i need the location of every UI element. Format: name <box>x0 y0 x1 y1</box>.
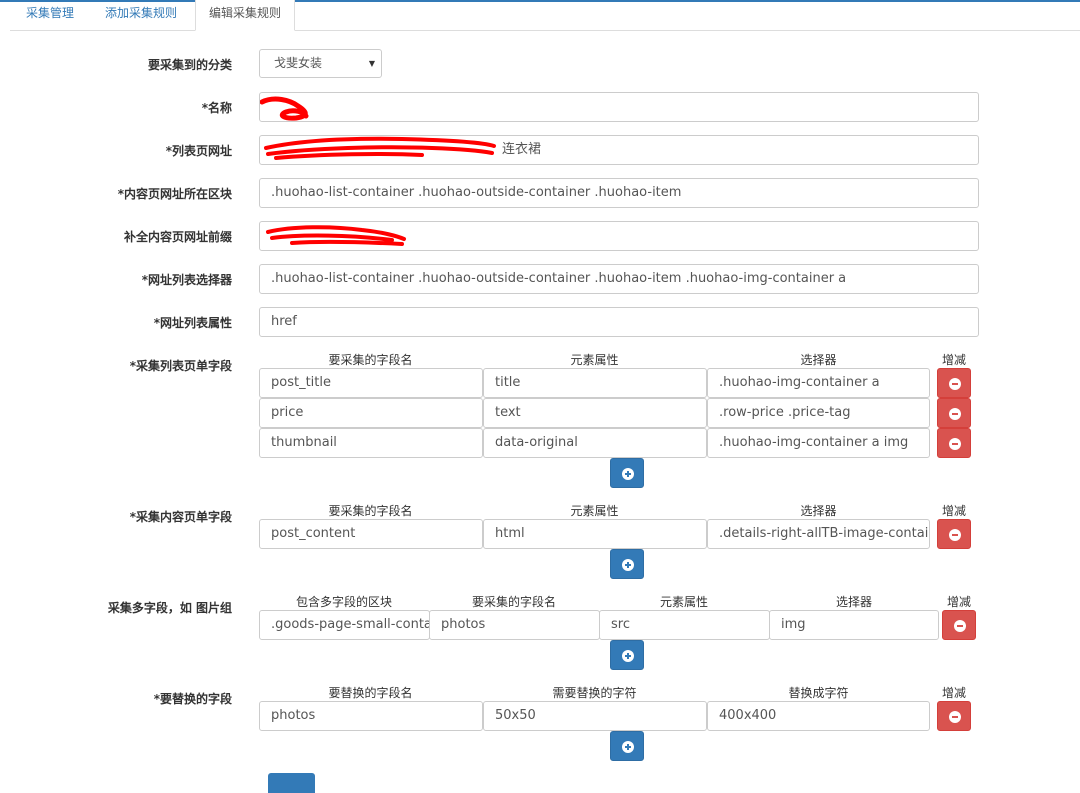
minus-circle-icon <box>949 529 961 541</box>
list-url-label: *列表页网址 <box>165 144 232 158</box>
list-fields-header-selector: 选择器 <box>800 353 837 367</box>
content-fields-header-name: 要采集的字段名 <box>328 504 413 518</box>
multi-fields-header-ops: 增减 <box>946 595 971 609</box>
category-select[interactable]: 戈斐女装 ▼ <box>259 49 382 78</box>
tab-add-rule[interactable]: 添加采集规则 <box>92 0 190 30</box>
add-list-field-button[interactable] <box>610 458 644 488</box>
remove-row-button[interactable] <box>937 519 971 549</box>
redaction-scribble <box>260 96 309 121</box>
multi-fields-label: 采集多字段，如 图片组 <box>107 601 232 615</box>
list-field-attr-input[interactable]: text <box>483 398 707 428</box>
plus-circle-icon <box>622 650 634 662</box>
replace-fields-header-ops: 增减 <box>941 686 966 700</box>
replace-fields-label: *要替换的字段 <box>153 692 232 706</box>
content-fields-header-selector: 选择器 <box>800 504 837 518</box>
tab-collect-manage[interactable]: 采集管理 <box>13 0 87 30</box>
name-label: *名称 <box>201 101 232 115</box>
content-field-selector-input[interactable]: .details-right-allTB-image-container <box>707 519 930 549</box>
url-prefix-label: 补全内容页网址前缀 <box>123 230 232 244</box>
multi-fields-header-name: 要采集的字段名 <box>471 595 556 609</box>
url-list-selector-input[interactable]: .huohao-list-container .huohao-outside-c… <box>259 264 979 294</box>
replace-fields-header-from: 需要替换的字符 <box>552 686 637 700</box>
remove-row-button[interactable] <box>937 398 971 428</box>
list-url-value: 连衣裙 <box>502 142 542 157</box>
list-field-attr-input[interactable]: title <box>483 368 707 398</box>
plus-circle-icon <box>622 741 634 753</box>
multi-field-attr-input[interactable]: src <box>599 610 770 640</box>
list-fields-header-ops: 增减 <box>941 353 966 367</box>
list-field-selector-input[interactable]: .huohao-img-container a <box>707 368 930 398</box>
remove-row-button[interactable] <box>937 701 971 731</box>
url-list-selector-label: *网址列表选择器 <box>141 273 232 287</box>
add-replace-field-button[interactable] <box>610 731 644 761</box>
replace-field-to-input[interactable]: 400x400 <box>707 701 930 731</box>
list-fields-header-name: 要采集的字段名 <box>328 353 413 367</box>
content-block-input[interactable]: .huohao-list-container .huohao-outside-c… <box>259 178 979 208</box>
replace-field-name-input[interactable]: photos <box>259 701 483 731</box>
multi-field-block-input[interactable]: .goods-page-small-container <box>259 610 430 640</box>
minus-circle-icon <box>949 711 961 723</box>
remove-row-button[interactable] <box>942 610 976 640</box>
minus-circle-icon <box>954 620 966 632</box>
list-field-name-input[interactable]: thumbnail <box>259 428 483 458</box>
multi-field-name-input[interactable]: photos <box>429 610 600 640</box>
add-content-field-button[interactable] <box>610 549 644 579</box>
multi-field-selector-input[interactable]: img <box>769 610 939 640</box>
remove-row-button[interactable] <box>937 428 971 458</box>
multi-fields-header-attr: 元素属性 <box>659 595 708 609</box>
content-field-name-input[interactable]: post_content <box>259 519 483 549</box>
content-fields-header-ops: 增减 <box>941 504 966 518</box>
add-multi-field-button[interactable] <box>610 640 644 670</box>
replace-fields-header-name: 要替换的字段名 <box>328 686 413 700</box>
list-field-attr-input[interactable]: data-original <box>483 428 707 458</box>
minus-circle-icon <box>949 408 961 420</box>
plus-circle-icon <box>622 468 634 480</box>
content-field-attr-input[interactable]: html <box>483 519 707 549</box>
tab-bar: 采集管理 添加采集规则 编辑采集规则 <box>10 0 1080 31</box>
redaction-scribble <box>264 136 496 160</box>
multi-fields-header-block: 包含多字段的区块 <box>295 595 392 609</box>
plus-circle-icon <box>622 559 634 571</box>
list-field-selector-input[interactable]: .huohao-img-container a img <box>707 428 930 458</box>
content-fields-header-attr: 元素属性 <box>570 504 619 518</box>
list-field-name-input[interactable]: post_title <box>259 368 483 398</box>
content-fields-label: *采集内容页单字段 <box>129 510 232 524</box>
redaction-scribble <box>266 225 406 246</box>
replace-fields-header-to: 替换成字符 <box>788 686 849 700</box>
list-field-selector-input[interactable]: .row-price .price-tag <box>707 398 930 428</box>
category-label: 要采集到的分类 <box>147 58 232 72</box>
tab-edit-rule[interactable]: 编辑采集规则 <box>195 0 296 31</box>
minus-circle-icon <box>949 378 961 390</box>
replace-field-from-input[interactable]: 50x50 <box>483 701 707 731</box>
content-block-label: *内容页网址所在区块 <box>117 187 232 201</box>
category-value: 戈斐女装 <box>274 56 323 70</box>
remove-row-button[interactable] <box>937 368 971 398</box>
list-fields-header-attr: 元素属性 <box>570 353 619 367</box>
minus-circle-icon <box>949 438 961 450</box>
list-fields-label: *采集列表页单字段 <box>129 359 232 373</box>
url-list-attr-label: *网址列表属性 <box>153 316 232 330</box>
list-field-name-input[interactable]: price <box>259 398 483 428</box>
name-input[interactable] <box>259 92 979 122</box>
multi-fields-header-selector: 选择器 <box>835 595 872 609</box>
submit-button[interactable] <box>268 773 315 793</box>
caret-down-icon: ▼ <box>368 59 375 68</box>
url-list-attr-input[interactable]: href <box>259 307 979 337</box>
